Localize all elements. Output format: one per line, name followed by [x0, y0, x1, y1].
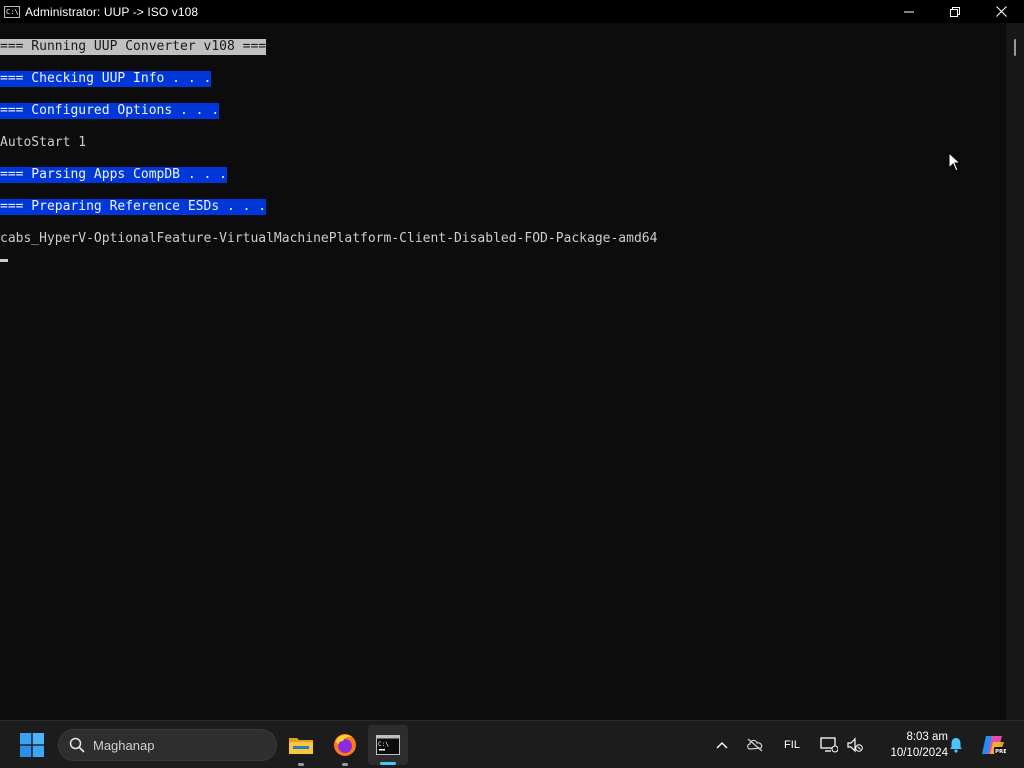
notifications-button[interactable] [946, 721, 966, 768]
bell-icon [950, 738, 962, 753]
console-line: AutoStart 1 [0, 135, 87, 150]
chevron-up-icon [716, 742, 728, 749]
copilot-button[interactable]: PRE [978, 721, 1008, 768]
console-line: === Preparing Reference ESDs . . . [0, 199, 267, 215]
console-line: === Configured Options . . . [0, 103, 220, 119]
console-output[interactable]: === Running UUP Converter v108 === === C… [0, 23, 1006, 720]
folder-icon [289, 738, 313, 754]
tray-volume[interactable] [844, 721, 866, 768]
running-indicator [298, 763, 304, 766]
language-indicator[interactable]: FIL [780, 721, 804, 768]
tray-onedrive[interactable] [744, 721, 766, 768]
taskbar: Maghanap C:\ FIL 8:03 am 10/10/2024 PRE [0, 720, 1024, 768]
firefox-icon [334, 734, 356, 756]
svg-text:C:\: C:\ [378, 741, 389, 748]
search-icon [69, 737, 85, 753]
show-hidden-icons-button[interactable] [712, 721, 732, 768]
taskbar-search[interactable]: Maghanap [58, 729, 277, 761]
text-cursor [0, 259, 8, 262]
console-line: === Checking UUP Info . . . [0, 71, 212, 87]
restore-icon [950, 6, 960, 17]
taskbar-app-firefox[interactable] [325, 721, 365, 768]
mouse-pointer-icon [948, 152, 962, 172]
console-line: cabs_HyperV-OptionalFeature-VirtualMachi… [0, 231, 658, 246]
taskbar-app-command-prompt[interactable]: C:\ [368, 725, 408, 765]
minimize-icon [904, 11, 914, 12]
title-bar[interactable]: C:\ Administrator: UUP -> ISO v108 [0, 0, 1024, 23]
clock-time: 8:03 am [906, 731, 948, 743]
clock-date: 10/10/2024 [890, 747, 948, 759]
svg-text:PRE: PRE [995, 749, 1006, 755]
scrollbar-thumb[interactable] [1014, 39, 1016, 56]
running-indicator [342, 763, 348, 766]
close-button[interactable] [978, 0, 1024, 23]
console-line: === Parsing Apps CompDB . . . [0, 167, 227, 183]
window-controls [886, 0, 1024, 23]
taskbar-clock[interactable]: 8:03 am 10/10/2024 [872, 729, 948, 761]
network-icon [820, 737, 838, 753]
minimize-button[interactable] [886, 0, 932, 23]
restore-button[interactable] [932, 0, 978, 23]
windows-logo-icon [20, 733, 44, 757]
vertical-scrollbar[interactable] [1006, 23, 1024, 720]
console-icon[interactable]: C:\ [4, 5, 20, 18]
copilot-icon: PRE [982, 736, 1006, 755]
console-line: === Running UUP Converter v108 === [0, 39, 267, 55]
cloud-off-icon [747, 738, 763, 752]
window-title: Administrator: UUP -> ISO v108 [25, 4, 199, 19]
taskbar-app-file-explorer[interactable] [281, 721, 321, 768]
search-placeholder: Maghanap [93, 737, 155, 753]
speaker-muted-icon [847, 737, 863, 753]
tray-network[interactable] [818, 721, 840, 768]
close-icon [995, 6, 1007, 17]
terminal-icon: C:\ [376, 735, 400, 755]
start-button[interactable] [14, 721, 50, 768]
active-indicator [380, 762, 396, 765]
